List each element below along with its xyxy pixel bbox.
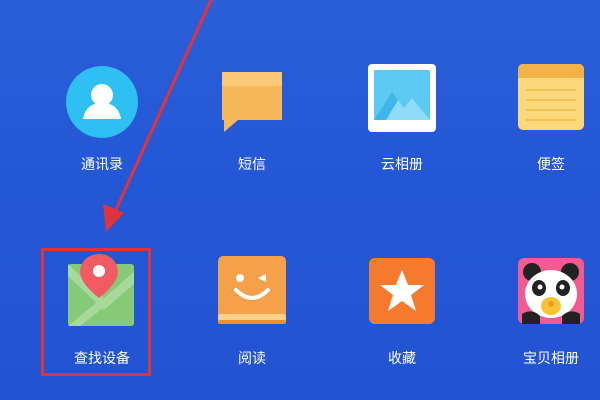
highlight-frame [41, 248, 151, 376]
app-cloud-album[interactable]: 云相册 [342, 60, 462, 180]
message-icon [216, 66, 288, 138]
app-notes[interactable]: 便签 [491, 60, 600, 180]
app-label: 云相册 [381, 157, 423, 173]
app-label: 短信 [238, 157, 266, 173]
app-contacts[interactable]: 通讯录 [42, 60, 162, 180]
app-reader[interactable]: 阅读 [192, 250, 312, 370]
app-label: 阅读 [238, 351, 266, 367]
app-favorites[interactable]: 收藏 [342, 250, 462, 370]
contacts-icon [66, 66, 138, 138]
app-label: 通讯录 [81, 157, 123, 173]
notes-icon [518, 64, 584, 130]
app-label: 收藏 [388, 351, 416, 367]
app-baby-album[interactable]: 宝贝相册 [491, 250, 600, 370]
reader-book-icon [218, 256, 286, 326]
photo-album-icon [368, 64, 436, 132]
app-messages[interactable]: 短信 [192, 60, 312, 180]
app-label: 便签 [537, 157, 565, 173]
app-label: 宝贝相册 [523, 351, 579, 367]
panda-icon [518, 258, 584, 324]
star-icon [369, 258, 435, 324]
